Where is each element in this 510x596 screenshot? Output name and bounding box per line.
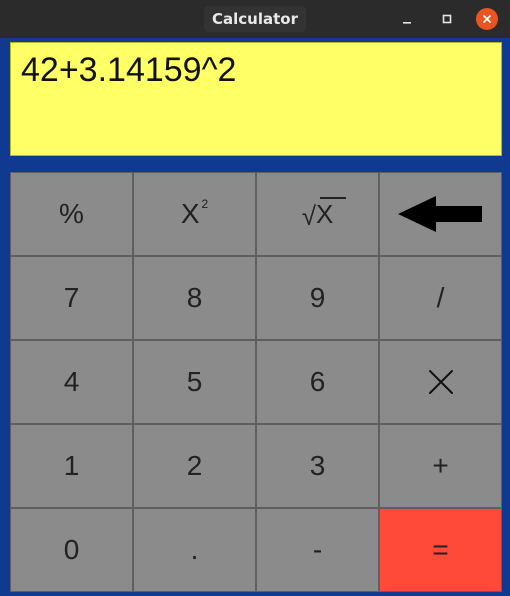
square-button[interactable]: X2 [133, 172, 256, 256]
display: 42+3.14159^2 [10, 42, 502, 156]
digit-1-label: 1 [63, 450, 80, 481]
close-button[interactable] [476, 8, 498, 30]
maximize-button[interactable] [436, 8, 458, 30]
radical-overline [319, 196, 346, 199]
maximize-icon [442, 14, 452, 24]
digit-0-button[interactable]: 0 [10, 508, 133, 592]
calculator-window: Calculator 42+3.14159^2 % X 2 √ X 7 8 9 … [0, 0, 510, 596]
digit-5-label: 5 [186, 366, 203, 397]
digit-0-label: 0 [63, 534, 80, 565]
keypad: % X2 √ X 7 8 9 / 4 5 6 1 2 3 + 0 . - = [10, 172, 502, 592]
title-bar: Calculator [0, 0, 510, 38]
close-icon [483, 15, 491, 23]
radical-sign: √ [301, 200, 316, 231]
digit-3-label: 3 [309, 450, 326, 481]
minimize-icon [403, 22, 411, 24]
digit-5-button[interactable]: 5 [133, 340, 256, 424]
digit-8-button[interactable]: 8 [133, 256, 256, 340]
digit-9-button[interactable]: 9 [256, 256, 379, 340]
digit-7-button[interactable]: 7 [10, 256, 133, 340]
plus-label: + [432, 450, 449, 481]
digit-8-label: 8 [186, 282, 203, 313]
minus-button[interactable]: - [256, 508, 379, 592]
divide-button[interactable]: / [379, 256, 502, 340]
multiply-button[interactable] [379, 340, 502, 424]
digit-7-label: 7 [63, 282, 80, 313]
digit-2-label: 2 [186, 450, 203, 481]
square-label: X [180, 198, 200, 229]
percent-button[interactable]: % [10, 172, 133, 256]
digit-9-label: 9 [309, 282, 326, 313]
sqrt-button[interactable]: √ X [256, 172, 379, 256]
display-expression: 42+3.14159^2 [21, 51, 237, 89]
digit-6-button[interactable]: 6 [256, 340, 379, 424]
digit-4-button[interactable]: 4 [10, 340, 133, 424]
equals-label: = [432, 534, 449, 565]
divide-label: / [436, 282, 445, 313]
window-title: Calculator [204, 6, 306, 32]
decimal-point-label: . [190, 534, 199, 565]
decimal-point-button[interactable]: . [133, 508, 256, 592]
minimize-button[interactable] [396, 8, 418, 30]
square-root-icon: √ X [301, 196, 346, 231]
digit-1-button[interactable]: 1 [10, 424, 133, 508]
sqrt-label: X [315, 198, 334, 229]
percent-label: % [59, 198, 84, 229]
digit-3-button[interactable]: 3 [256, 424, 379, 508]
digit-4-label: 4 [63, 366, 80, 397]
multiply-x-icon [428, 370, 453, 394]
minus-label: - [312, 534, 323, 565]
equals-button[interactable]: = [379, 508, 502, 592]
window-controls [396, 8, 498, 30]
plus-button[interactable]: + [379, 424, 502, 508]
digit-2-button[interactable]: 2 [133, 424, 256, 508]
back-arrow-icon [397, 196, 482, 232]
digit-6-label: 6 [309, 366, 326, 397]
backspace-button[interactable] [379, 172, 502, 256]
square-superscript: 2 [201, 197, 209, 211]
